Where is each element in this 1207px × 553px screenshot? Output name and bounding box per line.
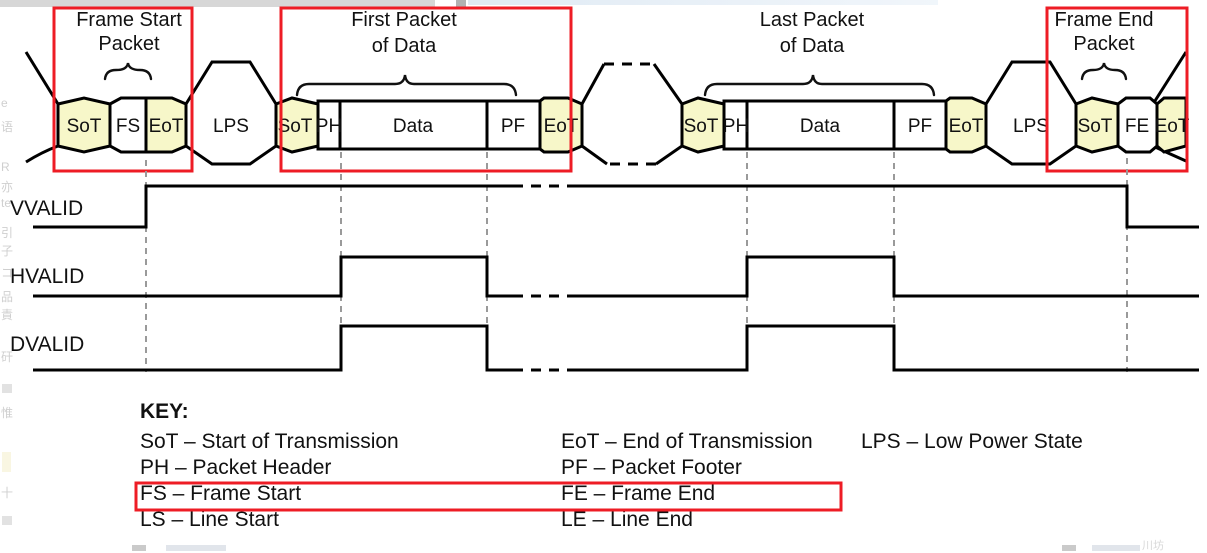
annotation-label-line1: Frame Start [76,9,182,31]
key-row-sot: SoT – Start of Transmission [140,430,399,453]
packet-label: EoT [1155,116,1190,137]
packet-label: PF [908,116,932,137]
key-row-lps: LPS – Low Power State [861,430,1083,453]
signal-label: DVALID [10,333,84,356]
packet-fe: FE [1116,96,1159,154]
packet-label: LPS [213,116,249,137]
packet-sot-1: SoT [56,96,112,154]
packet-eot-2: EoT [538,96,584,154]
packet-sot-3: SoT [680,96,726,154]
packet-label: Data [800,116,841,137]
packet-label: SoT [684,116,719,137]
signal-label: HVALID [10,265,84,288]
annotation-last-packet-of-data: Last Packet of Data [703,9,936,97]
packet-last-data-block: PH Data PF [722,99,948,151]
annotation-label-line1: Last Packet [760,9,865,31]
key-row-fs: FS – Frame Start [140,482,301,505]
annotation-label-line2: of Data [780,35,845,57]
packet-label: EoT [149,116,184,137]
key-row-pf: PF – Packet Footer [561,456,742,479]
packet-label: Data [393,116,434,137]
packet-continuation-gap [580,62,684,166]
key-heading: KEY: [140,400,189,423]
key-row-eot: EoT – End of Transmission [561,430,813,453]
packet-label: SoT [278,116,313,137]
packet-label: FE [1125,116,1149,137]
packet-label: PH [316,116,342,137]
signal-label: VVALID [10,197,83,220]
packet-lps-1: LPS [184,60,278,166]
annotation-label-line2: Packet [1073,33,1135,55]
packet-label: EoT [544,116,579,137]
annotation-label-line2: Packet [98,33,160,55]
packet-label: FS [116,116,140,137]
annotation-frame-start-packet: Frame Start Packet [76,9,182,81]
annotation-label-line1: First Packet [351,9,457,31]
signal-dvalid: DVALID [10,324,1199,372]
packet-eot-3: EoT [944,96,988,154]
packet-sot-4: SoT [1074,96,1120,154]
packet-label: EoT [949,116,984,137]
packet-label: SoT [67,116,102,137]
timing-diagram-svg: SoT FS EoT LPS SoT PH Data PF EoT SoT PH… [10,6,1199,531]
annotation-label-line2: of Data [372,35,437,57]
annotation-frame-end-packet: Frame End Packet [1055,9,1154,81]
diagram-canvas: e 语 R 亦 te 引 子 コ 品 責 矸 惟 十 川坊 SoT FS EoT… [0,0,1207,553]
packet-first-data-block: PH Data PF [316,99,542,151]
packet-label: LPS [1013,116,1049,137]
annotation-label-line1: Frame End [1055,9,1154,31]
packet-lps-2: LPS [984,60,1078,166]
packet-fs: FS [108,96,148,154]
key-legend: KEY: SoT – Start of Transmission PH – Pa… [134,400,1083,531]
packet-eot-1: EoT [144,96,188,154]
packet-label: PF [501,116,525,137]
annotation-first-packet-of-data: First Packet of Data [295,9,518,97]
key-row-ph: PH – Packet Header [140,456,331,479]
packet-eot-4: EoT [1155,96,1190,154]
signal-hvalid: HVALID [10,255,1199,298]
packet-label: SoT [1078,116,1113,137]
key-row-fe: FE – Frame End [561,482,715,505]
packet-label: PH [723,116,749,137]
signal-vvalid: VVALID [10,184,1199,229]
